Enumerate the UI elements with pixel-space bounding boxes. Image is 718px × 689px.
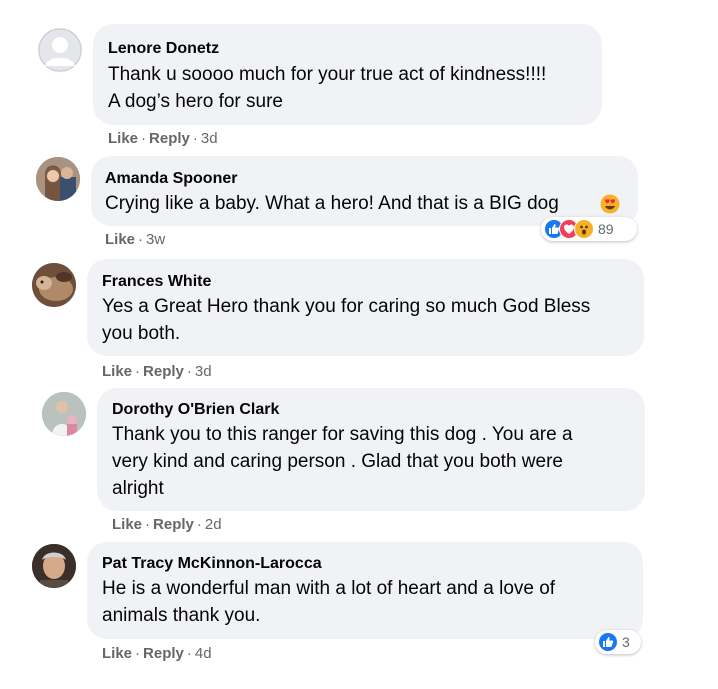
comment-author[interactable]: Dorothy O'Brien Clark — [112, 401, 279, 419]
comment-actions: Like · Reply · 3d — [102, 363, 212, 380]
reaction-count: 89 — [598, 221, 614, 237]
comment-text-line: animals thank you. — [102, 605, 261, 626]
separator: · — [141, 130, 147, 147]
avatar[interactable] — [36, 157, 80, 201]
comment-author[interactable]: Frances White — [102, 273, 211, 291]
separator: · — [196, 516, 202, 533]
like-button[interactable]: Like — [102, 363, 132, 380]
separator: · — [186, 363, 192, 380]
comment-actions: Like · Reply · 3d — [108, 130, 218, 147]
like-button[interactable]: Like — [108, 130, 138, 147]
separator: · — [135, 363, 141, 380]
timestamp[interactable]: 4d — [195, 645, 212, 662]
separator: · — [192, 130, 198, 147]
comment-author[interactable]: Pat Tracy McKinnon-Larocca — [102, 555, 322, 573]
profile-photo-icon — [36, 157, 80, 201]
reply-button[interactable]: Reply — [153, 516, 194, 533]
avatar-default[interactable] — [38, 28, 82, 72]
comment-text-line: He is a wonderful man with a lot of hear… — [102, 578, 556, 599]
comment-actions: Like · Reply · 2d — [112, 516, 222, 533]
comment-text-line: you both. — [102, 323, 181, 344]
like-reaction-icon — [598, 632, 618, 652]
comment-text-line: alright — [112, 478, 164, 499]
comment-text-line: Thank you to this ranger for saving this… — [112, 424, 573, 445]
profile-photo-icon — [32, 263, 76, 307]
separator: · — [145, 516, 151, 533]
separator: · — [186, 645, 192, 662]
timestamp[interactable]: 3w — [146, 231, 165, 248]
like-button[interactable]: Like — [112, 516, 142, 533]
comment-author[interactable]: Lenore Donetz — [108, 40, 219, 58]
separator: · — [138, 231, 144, 248]
comment-text-line: Thank u soooo much for your true act of … — [108, 64, 547, 85]
comment-actions: Like · Reply · 4d — [102, 645, 212, 662]
reactions-summary[interactable]: 89 — [541, 217, 637, 241]
profile-photo-icon — [42, 392, 86, 436]
comment-text-line: very kind and caring person . Glad that … — [112, 451, 563, 472]
avatar[interactable] — [32, 544, 76, 588]
wow-reaction-icon — [574, 219, 594, 239]
reply-button[interactable]: Reply — [149, 130, 190, 147]
separator: · — [135, 645, 141, 662]
like-button[interactable]: Like — [102, 645, 132, 662]
heart-eyes-emoji-icon — [600, 194, 620, 214]
comment-actions: Like · 3w — [105, 231, 165, 248]
reply-button[interactable]: Reply — [143, 645, 184, 662]
like-button[interactable]: Like — [105, 231, 135, 248]
default-profile-icon — [38, 28, 82, 72]
timestamp[interactable]: 2d — [205, 516, 222, 533]
comment-text-line: A dog’s hero for sure — [108, 91, 283, 112]
timestamp[interactable]: 3d — [195, 363, 212, 380]
comment-text-line: Yes a Great Hero thank you for caring so… — [102, 296, 591, 317]
avatar[interactable] — [42, 392, 86, 436]
timestamp[interactable]: 3d — [201, 130, 218, 147]
reaction-count: 3 — [622, 634, 630, 650]
comment-author[interactable]: Amanda Spooner — [105, 170, 237, 188]
reactions-summary[interactable]: 3 — [595, 630, 641, 654]
comment-text-line: Crying like a baby. What a hero! And tha… — [105, 193, 559, 214]
profile-photo-icon — [32, 544, 76, 588]
avatar[interactable] — [32, 263, 76, 307]
reply-button[interactable]: Reply — [143, 363, 184, 380]
